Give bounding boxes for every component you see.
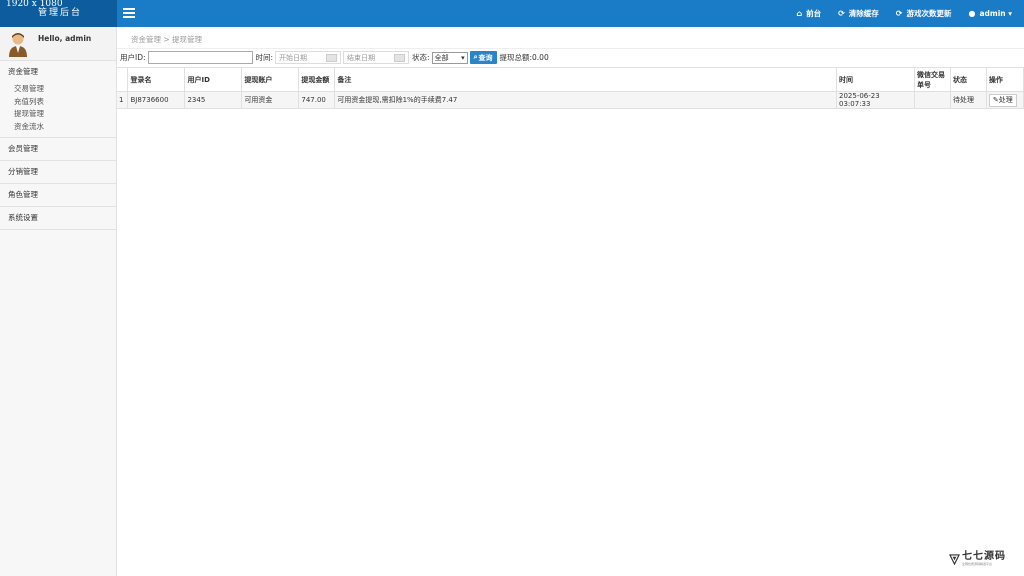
sidebar-item-members[interactable]: 会员管理 [0,138,116,160]
sidebar-section-roles: 角色管理 [0,184,116,207]
column-header: 提现账户 [241,67,300,92]
user-id-input[interactable] [147,51,253,64]
cell-account: 可用资金 [241,91,300,109]
filter-bar: 用户ID: 时间: 开始日期 结束日期 状态: 全部 ▾ ⌕ 查询 提现总额:0… [117,48,1024,66]
start-date-placeholder: 开始日期 [279,53,308,62]
column-header: 用户ID [184,67,243,92]
nav-label: 前台 [806,9,822,18]
sidebar-item-transactions[interactable]: 交易管理 [0,83,116,96]
user-icon: ● [968,9,976,18]
end-date-input[interactable]: 结束日期 [343,51,410,64]
nav-clear-cache-link[interactable]: ⟳ 清除缓存 [838,8,879,19]
sidebar-item-recharge[interactable]: 充值列表 [0,96,116,109]
watermark-text-group: 七七源码 全网优质源码精选平台 [962,551,1006,567]
brand-title: 管理后台 [38,8,83,18]
sidebar: Hello, admin 资金管理 交易管理 充值列表 提现管理 资金流水 会员… [0,27,117,576]
cell-wx-no [913,91,951,109]
sidebar-item-roles[interactable]: 角色管理 [0,184,116,206]
row-index: 1 [117,91,129,109]
sidebar-item-withdrawals[interactable]: 提现管理 [0,108,116,121]
sidebar-submenu: 交易管理 充值列表 提现管理 资金流水 [0,83,116,137]
table-row: 1 BJ8736600 2345 可用资金 747.00 可用资金提现,需扣除1… [117,91,1024,109]
sidebar-section-settings: 系统设置 [0,207,116,230]
start-date-input[interactable]: 开始日期 [275,51,342,64]
watermark: 七七源码 全网优质源码精选平台 [949,552,1006,566]
cell-status: 待处理 [949,91,987,109]
brand-logo-icon [949,553,960,565]
cell-note: 可用资金提现,需扣除1%的手续费7.47 [334,91,838,109]
user-menu-dropdown[interactable]: ● admin ▾ [968,9,1012,18]
index-header [117,67,129,92]
sidebar-section-members: 会员管理 [0,138,116,161]
cell-user-id: 2345 [184,91,243,109]
home-icon: ⌂ [796,9,803,18]
withdrawals-table: 登录名 用户ID 提现账户 提现金额 备注 时间 微信交易单号 状态 操作 1 … [117,67,1024,109]
cell-amount: 747.00 [298,91,336,109]
breadcrumb: 资金管理 > 提现管理 [131,35,203,44]
sidebar-item-funds[interactable]: 资金管理 [0,61,116,83]
process-button-label: 处理 [998,96,1013,104]
menu-toggle-icon[interactable] [123,8,135,18]
user-id-label: 用户ID: [120,53,146,62]
time-label: 时间: [255,53,274,62]
search-button[interactable]: ⌕ 查询 [469,51,497,64]
withdraw-total: 提现总额:0.00 [499,53,549,62]
calendar-icon[interactable] [394,53,406,62]
cell-action: ✎ 处理 [985,91,1024,109]
search-icon: ⌕ [473,53,478,61]
sidebar-item-fund-flow[interactable]: 资金流水 [0,121,116,134]
chevron-down-icon: ▾ [461,53,465,62]
refresh-icon: ⟳ [895,9,903,18]
nav-label: admin ▾ [979,9,1012,18]
user-panel: Hello, admin [0,27,116,61]
status-label: 状态: [412,53,430,62]
top-navbar: 1920 x 1080 管理后台 ⌂ 前台 ⟳ 清除缓存 ⟳ 游戏次数更新 ● … [0,0,1024,27]
watermark-text: 七七源码 [962,551,1006,562]
sidebar-section-distribution: 分销管理 [0,161,116,184]
column-header: 备注 [334,67,838,92]
calendar-icon[interactable] [326,53,338,62]
end-date-placeholder: 结束日期 [347,53,376,62]
process-button[interactable]: ✎ 处理 [988,93,1017,107]
brand[interactable]: 1920 x 1080 管理后台 [0,0,117,27]
column-header: 状态 [949,67,987,92]
watermark-subtext: 全网优质源码精选平台 [962,562,993,566]
nav-game-update-link[interactable]: ⟳ 游戏次数更新 [896,8,952,19]
column-header: 操作 [985,67,1024,92]
status-select[interactable]: 全部 ▾ [431,51,468,64]
nav-frontend-link[interactable]: ⌂ 前台 [796,8,821,19]
sidebar-section-funds: 资金管理 交易管理 充值列表 提现管理 资金流水 [0,61,116,138]
refresh-icon: ⟳ [838,9,845,18]
column-header: 微信交易单号 [913,67,951,92]
column-header: 时间 [836,67,915,92]
avatar [9,33,27,57]
sidebar-item-settings[interactable]: 系统设置 [0,207,116,229]
greeting-text: Hello, admin [38,34,92,43]
column-header: 提现金额 [298,67,336,92]
nav-label: 游戏次数更新 [906,9,952,18]
top-nav-right: ⌂ 前台 ⟳ 清除缓存 ⟳ 游戏次数更新 ● admin ▾ [779,0,1012,27]
main-content: 资金管理 > 提现管理 用户ID: 时间: 开始日期 结束日期 状态: 全部 ▾… [117,27,1024,576]
cell-time: 2025-06-23 03:07:33 [836,91,915,109]
sidebar-item-distribution[interactable]: 分销管理 [0,161,116,183]
column-header: 登录名 [127,67,186,92]
status-select-value: 全部 [434,53,449,62]
nav-label: 清除缓存 [848,9,879,18]
search-button-label: 查询 [478,53,493,62]
cell-login: BJ8736600 [127,91,186,109]
table-header-row: 登录名 用户ID 提现账户 提现金额 备注 时间 微信交易单号 状态 操作 [117,67,1024,92]
